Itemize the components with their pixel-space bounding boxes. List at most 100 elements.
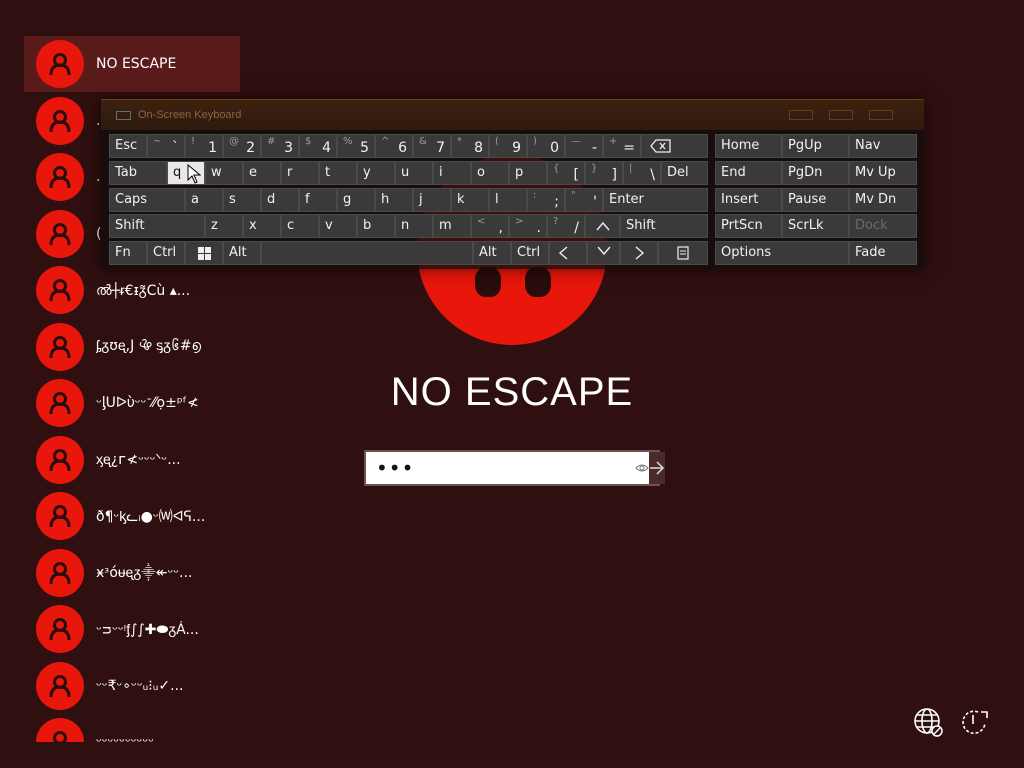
key-f[interactable]: f [299,188,337,212]
key-page-up[interactable]: PgUp [782,134,849,158]
key-u[interactable]: u [395,161,433,185]
key-print-screen[interactable]: PrtScn [715,214,782,238]
key-9[interactable]: (9 [489,134,527,158]
key-delete[interactable]: Del [661,161,708,185]
key-char: ' [593,194,597,210]
key-dock[interactable]: Dock [849,214,917,238]
user-list-item[interactable]: ᵕᴝᵕᵕᵎᶂ∫∫✚⬬ᵹÁ... [24,601,240,657]
key-pause[interactable]: Pause [782,188,849,212]
key-2[interactable]: @2 [223,134,261,158]
key-n[interactable]: n [395,214,433,238]
key-move-up[interactable]: Mv Up [849,161,917,185]
key--[interactable]: — - [565,134,603,158]
reveal-password-button[interactable] [635,452,649,484]
user-list-item[interactable]: ᵕᵕ₹ᵕ∘ᵕᵕᵤ⁝ᵤ✓... [24,658,240,714]
user-list-item[interactable]: NO ESCAPE [24,36,240,92]
user-list-item[interactable]: ð¶ᵕᶄᓚᵢ●ᵕ⒲ᐊᕋ... [24,488,240,544]
key-m[interactable]: m [433,214,471,238]
key-shift-left[interactable]: Shift [109,214,205,238]
key-7[interactable]: & 7 [413,134,451,158]
key-l[interactable]: l [489,188,527,212]
key-w[interactable]: w [205,161,243,185]
key-bracket-1[interactable]: }] [585,161,623,185]
key-punct-r4-1[interactable]: >. [509,214,547,238]
key-c[interactable]: c [281,214,319,238]
key-8[interactable]: * 8 [451,134,489,158]
key-y[interactable]: y [357,161,395,185]
key-alt-left[interactable]: Alt [223,241,261,265]
key-alt-right[interactable]: Alt [473,241,511,265]
password-input[interactable] [366,452,635,484]
key-r[interactable]: r [281,161,319,185]
key-=[interactable]: + = [603,134,641,158]
key-fade[interactable]: Fade [849,241,917,265]
user-list-item[interactable]: ᶍᶒ¿ᴦ≮ᵕᵕᵕᐠᵕ... [24,432,240,488]
key-shift-right[interactable]: Shift [620,214,708,238]
key-1[interactable]: ! 1 [185,134,223,158]
key-x[interactable]: x [243,214,281,238]
osk-minimize-button[interactable] [789,110,813,120]
key-punct-0[interactable]: :; [527,188,565,212]
osk-maximize-button[interactable] [829,110,853,120]
key-fn[interactable]: Fn [109,241,147,265]
key-arrow-down[interactable] [587,241,620,265]
key-s[interactable]: s [223,188,261,212]
key-windows[interactable] [185,241,223,265]
submit-button[interactable] [649,452,665,484]
key-6[interactable]: ^ 6 [375,134,413,158]
key-nav[interactable]: Nav [849,134,917,158]
key-label: k [457,192,465,207]
key-bracket-0[interactable]: {[ [547,161,585,185]
key-b[interactable]: b [357,214,395,238]
key-p[interactable]: p [509,161,547,185]
key-options[interactable]: Options [715,241,849,265]
key-i[interactable]: i [433,161,471,185]
key-menu[interactable] [658,241,708,265]
key-z[interactable]: z [205,214,243,238]
key-space[interactable] [261,241,473,265]
key-ctrl-right[interactable]: Ctrl [511,241,549,265]
key-caps-lock[interactable]: Caps [109,188,185,212]
key-arrow-right[interactable] [620,241,658,265]
key-bracket-2[interactable]: | \ [623,161,661,185]
key-home[interactable]: Home [715,134,782,158]
key-arrow-left[interactable] [549,241,587,265]
key-scroll-lock[interactable]: ScrLk [782,214,849,238]
user-list-item[interactable]: ൽ┼ᵲ€ᵻᵹ̃Cù ▴... [24,262,240,318]
user-list-item[interactable]: ᶋᵹʊᶒ,J ൖ ᶊᵹ᪆#൭ [24,319,240,375]
key-tab[interactable]: Tab [109,161,167,185]
key-t[interactable]: t [319,161,357,185]
key-enter[interactable]: Enter [603,188,708,212]
key-0[interactable]: ) 0 [527,134,565,158]
user-list-item[interactable]: ӿᶟóᵾᶒᵹ⸎↞ᵕᵕ... [24,545,240,601]
user-list-item[interactable]: ᵕᵕᵕᵕᵕᵕᵕᵕᵕᵕ [24,714,240,742]
key-h[interactable]: h [375,188,413,212]
user-list-item[interactable]: ᵕᶅᑌᐅὺᵕᵕᐨ⁄⁄ọ±ᵖᶠ≮ [24,375,240,431]
key-g[interactable]: g [337,188,375,212]
key-move-down[interactable]: Mv Dn [849,188,917,212]
key-j[interactable]: j [413,188,451,212]
key-punct-r4-0[interactable]: <, [471,214,509,238]
key-punct-1[interactable]: " ' [565,188,603,212]
key-end[interactable]: End [715,161,782,185]
key-d[interactable]: d [261,188,299,212]
key-3[interactable]: #3 [261,134,299,158]
key-arrow-up[interactable] [585,214,620,238]
key-page-down[interactable]: PgDn [782,161,849,185]
key-v[interactable]: v [319,214,357,238]
network-button[interactable] [912,706,944,738]
key-4[interactable]: $4 [299,134,337,158]
osk-close-button[interactable] [869,110,893,120]
power-button[interactable] [958,706,990,738]
key-ctrl-left[interactable]: Ctrl [147,241,185,265]
key-e[interactable]: e [243,161,281,185]
key-a[interactable]: a [185,188,223,212]
key-insert[interactable]: Insert [715,188,782,212]
key-esc[interactable]: Esc [109,134,147,158]
key-`[interactable]: ~ ` [147,134,185,158]
key-o[interactable]: o [471,161,509,185]
key-backspace[interactable] [641,134,708,158]
key-k[interactable]: k [451,188,489,212]
key-punct-r4-2[interactable]: ? / [547,214,585,238]
key-5[interactable]: % 5 [337,134,375,158]
